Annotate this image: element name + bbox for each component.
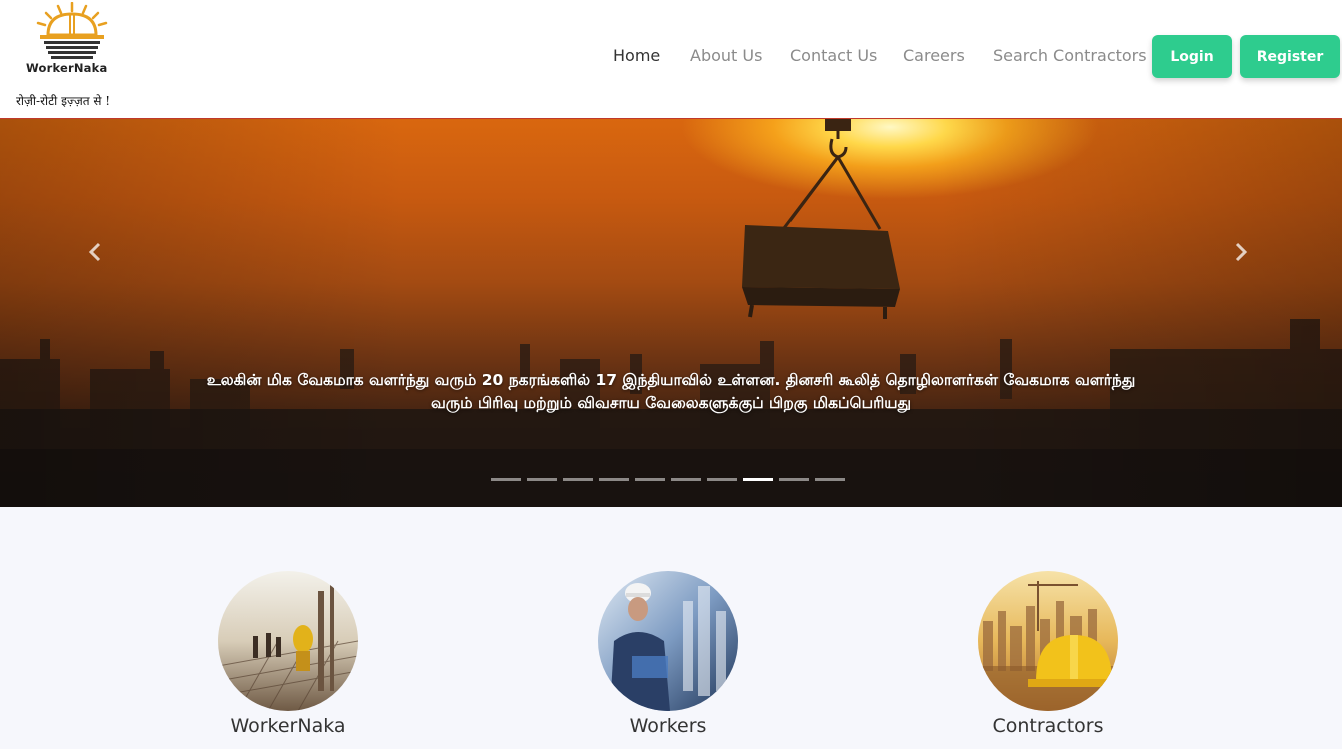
chevron-left-icon bbox=[88, 242, 101, 262]
card-workers[interactable]: Workers bbox=[598, 571, 738, 737]
carousel-indicator-4[interactable] bbox=[599, 478, 629, 481]
carousel-indicator-10[interactable] bbox=[815, 478, 845, 481]
hard-hat-city-image bbox=[978, 571, 1118, 711]
register-button[interactable]: Register bbox=[1240, 35, 1340, 78]
hero-carousel: உலகின் மிக வேகமாக வளர்ந்து வரும் 20 நகரங… bbox=[0, 118, 1342, 507]
hero-caption: உலகின் மிக வேகமாக வளர்ந்து வரும் 20 நகரங… bbox=[206, 371, 1136, 412]
carousel-next-button[interactable] bbox=[1226, 237, 1256, 267]
site-header: WorkerNaka रोज़ी-रोटी इज़्ज़त से ! Home … bbox=[0, 0, 1342, 118]
carousel-indicator-1[interactable] bbox=[491, 478, 521, 481]
carousel-indicators bbox=[491, 478, 851, 481]
card-label-contractors: Contractors bbox=[992, 715, 1104, 737]
brand-tagline: रोज़ी-रोटी इज़्ज़त से ! bbox=[16, 94, 111, 108]
nav-about-us[interactable]: About Us bbox=[690, 46, 762, 65]
sun-helmet-logo-icon bbox=[36, 2, 108, 59]
nav-contact-us[interactable]: Contact Us bbox=[790, 46, 877, 65]
carousel-indicator-2[interactable] bbox=[527, 478, 557, 481]
brand-logo[interactable]: WorkerNaka रोज़ी-रोटी इज़्ज़त से ! bbox=[16, 0, 136, 112]
login-button[interactable]: Login bbox=[1152, 35, 1232, 78]
nav-careers[interactable]: Careers bbox=[903, 46, 965, 65]
carousel-indicator-6[interactable] bbox=[671, 478, 701, 481]
card-label-workers: Workers bbox=[629, 715, 707, 737]
carousel-indicator-9[interactable] bbox=[779, 478, 809, 481]
carousel-indicator-8[interactable] bbox=[743, 478, 773, 481]
brand-name: WorkerNaka bbox=[26, 61, 108, 75]
carousel-prev-button[interactable] bbox=[80, 237, 110, 267]
chevron-right-icon bbox=[1235, 242, 1248, 262]
nav-search-contractors[interactable]: Search Contractors bbox=[993, 46, 1147, 65]
nav-home[interactable]: Home bbox=[613, 46, 660, 65]
engineer-city-image bbox=[598, 571, 738, 711]
construction-workers-image bbox=[218, 571, 358, 711]
card-workernaka[interactable]: WorkerNaka bbox=[218, 571, 358, 737]
carousel-indicator-3[interactable] bbox=[563, 478, 593, 481]
card-label-workernaka: WorkerNaka bbox=[230, 715, 346, 737]
carousel-indicator-7[interactable] bbox=[707, 478, 737, 481]
card-contractors[interactable]: Contractors bbox=[978, 571, 1118, 737]
carousel-indicator-5[interactable] bbox=[635, 478, 665, 481]
